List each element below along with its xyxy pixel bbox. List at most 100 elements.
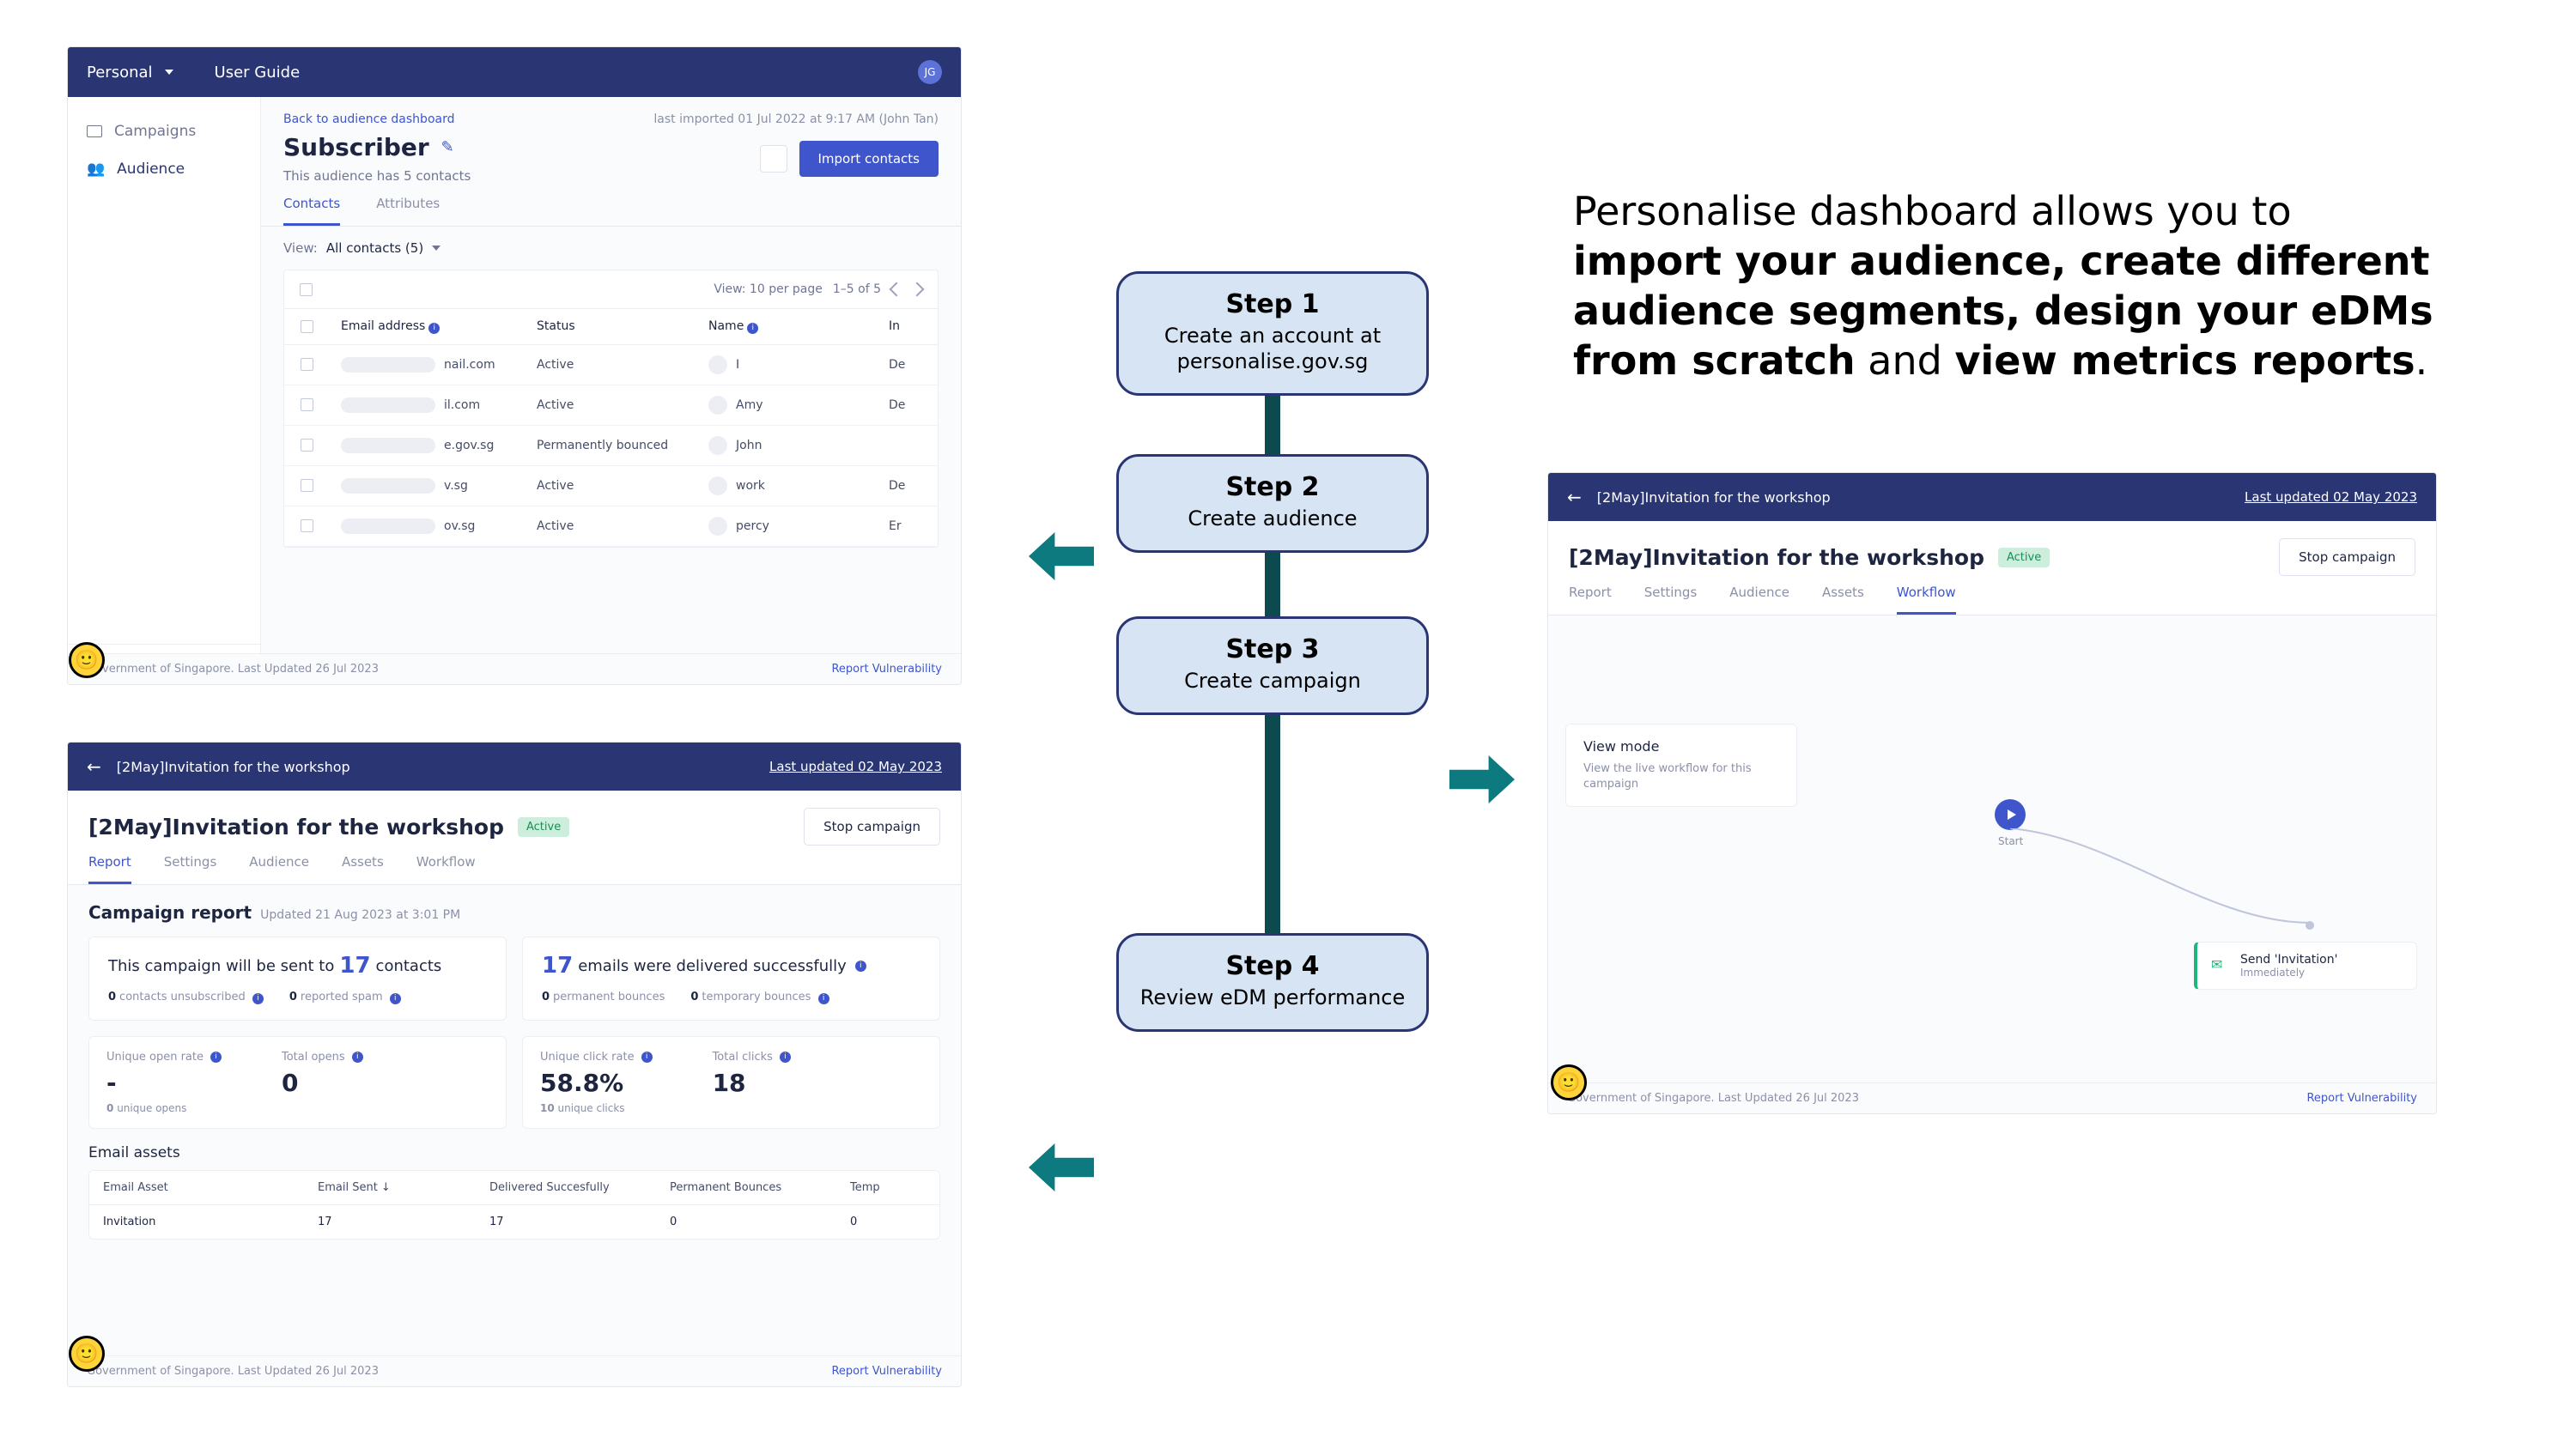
arrow-left-icon (1029, 532, 1094, 580)
audience-subtitle: This audience has 5 contacts (283, 168, 471, 184)
stop-campaign-button[interactable]: Stop campaign (2279, 538, 2415, 576)
tab-workflow[interactable]: Workflow (416, 854, 476, 884)
smiley-icon (69, 1336, 105, 1372)
footer: Government of Singapore. Last Updated 26… (68, 653, 961, 684)
card-delivered: 17 emails were delivered successfully i … (522, 937, 940, 1021)
workflow-node-dot (2306, 921, 2314, 930)
col-header: Email Asset (89, 1171, 304, 1204)
last-updated-link[interactable]: Last updated 02 May 2023 (2245, 489, 2417, 505)
next-page-button[interactable] (910, 282, 925, 297)
page-title: [2May]Invitation for the workshop (88, 815, 504, 840)
footer: Government of Singapore. Last Updated 26… (68, 1355, 961, 1386)
user-avatar[interactable]: JG (918, 60, 942, 84)
info-icon[interactable]: i (390, 993, 401, 1004)
report-vulnerability-link[interactable]: Report Vulnerability (2306, 1092, 2417, 1105)
back-link[interactable]: Back to audience dashboard (283, 112, 454, 126)
table-row[interactable]: e.gov.sgPermanently bouncedJohn (284, 426, 938, 466)
screenshot-campaign-report: ← [2May]Invitation for the workshop Last … (67, 742, 962, 1387)
connector (1265, 553, 1280, 616)
tab-assets[interactable]: Assets (342, 854, 384, 884)
info-icon[interactable]: i (855, 961, 866, 972)
page-range: 1–5 of 5 (833, 282, 881, 296)
tab-settings[interactable]: Settings (1644, 585, 1698, 615)
table-row[interactable]: il.comActiveAmyDe (284, 385, 938, 426)
select-all-checkbox[interactable] (301, 320, 313, 333)
info-icon[interactable]: i (747, 323, 758, 334)
report-vulnerability-link[interactable]: Report Vulnerability (831, 663, 942, 676)
avatar (708, 436, 727, 455)
tab-audience[interactable]: Audience (1729, 585, 1789, 615)
avatar (708, 396, 727, 415)
last-updated-link[interactable]: Last updated 02 May 2023 (769, 759, 942, 774)
smiley-icon (69, 642, 105, 678)
table-row[interactable]: v.sgActiveworkDe (284, 466, 938, 506)
screenshot-audience-dashboard: Personal User Guide JG Campaigns 👥Audien… (67, 46, 962, 685)
tab-workflow[interactable]: Workflow (1897, 585, 1956, 615)
report-heading: Campaign report (88, 902, 252, 923)
contacts-table: View: 10 per page 1–5 of 5 Email address… (283, 270, 939, 548)
select-all-checkbox[interactable] (300, 283, 313, 296)
connector (1265, 396, 1280, 454)
step-3: Step 3Create campaign (1116, 616, 1429, 715)
back-icon[interactable]: ← (87, 756, 101, 777)
back-icon[interactable]: ← (1567, 487, 1582, 507)
sidebar-item-campaigns[interactable]: Campaigns (68, 112, 260, 150)
edit-icon[interactable]: ✎ (441, 138, 454, 156)
view-mode-panel: View mode View the live workflow for thi… (1565, 724, 1797, 807)
workflow-send-node[interactable]: ✉ Send 'Invitation'Immediately (2194, 942, 2417, 990)
user-guide-link[interactable]: User Guide (215, 64, 301, 82)
campaign-tabs: Report Settings Audience Assets Workflow (1548, 576, 2436, 615)
audience-title: Subscriber (283, 133, 429, 161)
tab-attributes[interactable]: Attributes (376, 196, 440, 226)
row-checkbox[interactable] (301, 358, 313, 371)
caret-down-icon (432, 246, 440, 251)
workflow-canvas[interactable]: View mode View the live workflow for thi… (1548, 615, 2436, 1114)
row-checkbox[interactable] (301, 479, 313, 492)
people-icon: 👥 (87, 161, 105, 178)
email-assets-table: Email AssetEmail Sent ↓Delivered Succesf… (88, 1170, 940, 1240)
card-recipients: This campaign will be sent to 17 contact… (88, 937, 507, 1021)
table-cell[interactable]: Invitation (89, 1205, 304, 1239)
screenshot-campaign-workflow: ←[2May]Invitation for the workshop Last … (1547, 472, 2437, 1114)
action-button[interactable] (760, 145, 787, 173)
info-icon[interactable]: i (352, 1052, 363, 1063)
info-icon[interactable]: i (818, 993, 829, 1004)
prev-page-button[interactable] (890, 282, 904, 297)
step-1: Step 1Create an account at personalise.g… (1116, 271, 1429, 396)
view-filter[interactable]: View:All contacts (5) (261, 227, 961, 270)
sidebar-item-audience[interactable]: 👥Audience (68, 150, 260, 188)
info-icon[interactable]: i (252, 993, 264, 1004)
tab-report[interactable]: Report (1569, 585, 1612, 615)
import-contacts-button[interactable]: Import contacts (799, 141, 939, 177)
table-cell: 0 (836, 1205, 922, 1239)
caret-down-icon (165, 70, 173, 75)
row-checkbox[interactable] (301, 439, 313, 452)
tab-settings[interactable]: Settings (164, 854, 217, 884)
headline-text: Personalise dashboard allows you to impo… (1573, 187, 2440, 386)
last-imported-text: last imported 01 Jul 2022 at 9:17 AM (Jo… (653, 112, 939, 126)
row-checkbox[interactable] (301, 398, 313, 411)
workflow-start-node[interactable] (1995, 799, 2026, 830)
report-vulnerability-link[interactable]: Report Vulnerability (831, 1365, 942, 1378)
stop-campaign-button[interactable]: Stop campaign (804, 808, 940, 846)
tab-audience[interactable]: Audience (249, 854, 309, 884)
row-checkbox[interactable] (301, 519, 313, 532)
table-row[interactable]: nail.comActiveIDe (284, 345, 938, 385)
tab-report[interactable]: Report (88, 854, 131, 884)
info-icon[interactable]: i (641, 1052, 653, 1063)
workspace-dropdown[interactable]: Personal (87, 64, 173, 82)
info-icon[interactable]: i (428, 323, 440, 334)
col-status: Status (525, 309, 696, 344)
tab-assets[interactable]: Assets (1822, 585, 1864, 615)
avatar (708, 517, 727, 536)
smiley-icon (1551, 1064, 1587, 1100)
top-bar: ←[2May]Invitation for the workshop Last … (1548, 473, 2436, 521)
tab-contacts[interactable]: Contacts (283, 196, 340, 226)
table-cell: 0 (656, 1205, 836, 1239)
per-page-select[interactable]: View: 10 per page (714, 282, 823, 296)
info-icon[interactable]: i (780, 1052, 791, 1063)
avatar (708, 355, 727, 374)
table-row[interactable]: ov.sgActivepercyEr (284, 506, 938, 547)
info-icon[interactable]: i (210, 1052, 222, 1063)
status-badge: Active (518, 817, 569, 837)
